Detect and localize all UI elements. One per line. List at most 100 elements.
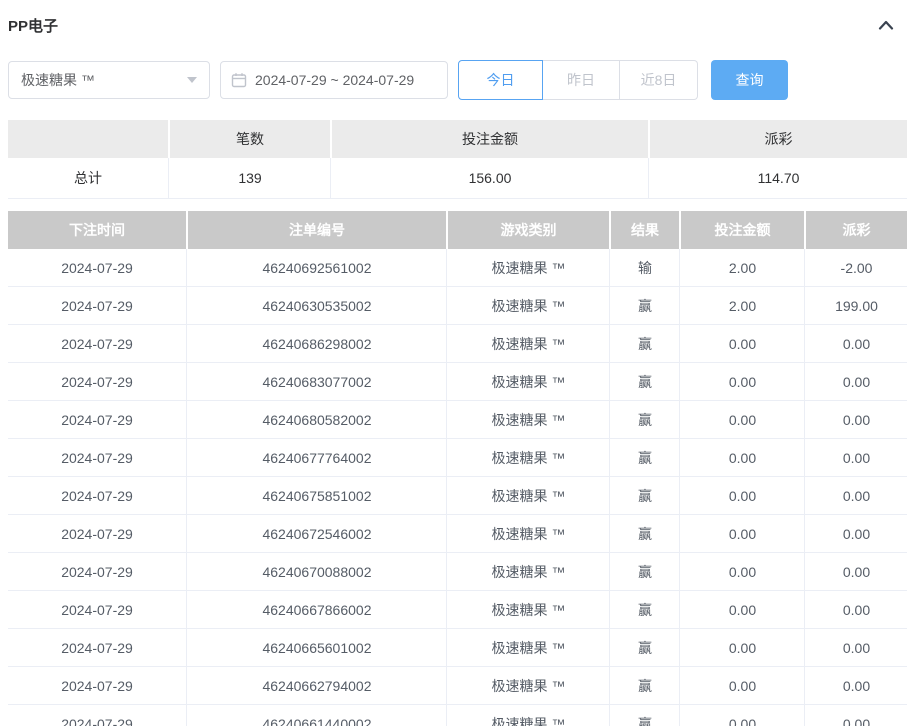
cell-result: 赢 xyxy=(611,363,679,400)
cell-bet-amount: 0.00 xyxy=(681,439,804,476)
cell-result: 赢 xyxy=(611,477,679,514)
cell-bet-id: 46240672546002 xyxy=(188,515,446,552)
cell-result: 赢 xyxy=(611,705,679,726)
cell-payout: 0.00 xyxy=(806,705,907,726)
table-row: 2024-07-2946240675851002极速糖果 ™赢0.000.00 xyxy=(8,477,907,515)
cell-game-category: 极速糖果 ™ xyxy=(448,705,609,726)
cell-game-category: 极速糖果 ™ xyxy=(448,439,609,476)
chevron-up-icon xyxy=(877,18,895,32)
cell-bet-time: 2024-07-29 xyxy=(8,363,186,400)
cell-bet-id: 46240675851002 xyxy=(188,477,446,514)
table-row: 2024-07-2946240692561002极速糖果 ™输2.00-2.00 xyxy=(8,249,907,287)
cell-result: 输 xyxy=(611,249,679,286)
cell-bet-amount: 2.00 xyxy=(681,249,804,286)
cell-game-category: 极速糖果 ™ xyxy=(448,325,609,362)
header-bet-time: 下注时间 xyxy=(8,211,186,249)
summary-total-row: 总计 139 156.00 114.70 xyxy=(8,158,907,199)
header-game-category: 游戏类别 xyxy=(448,211,609,249)
table-row: 2024-07-2946240683077002极速糖果 ™赢0.000.00 xyxy=(8,363,907,401)
cell-result: 赢 xyxy=(611,325,679,362)
cell-bet-time: 2024-07-29 xyxy=(8,515,186,552)
cell-bet-amount: 0.00 xyxy=(681,477,804,514)
panel-header: PP电子 xyxy=(8,12,907,38)
table-row: 2024-07-2946240630535002极速糖果 ™赢2.00199.0… xyxy=(8,287,907,325)
cell-bet-amount: 0.00 xyxy=(681,667,804,704)
last-8-days-button[interactable]: 近8日 xyxy=(620,60,698,100)
cell-game-category: 极速糖果 ™ xyxy=(448,401,609,438)
summary-header-bet-amount: 投注金额 xyxy=(332,120,648,158)
cell-payout: 0.00 xyxy=(806,667,907,704)
page-title: PP电子 xyxy=(8,15,58,36)
date-range-value: 2024-07-29 ~ 2024-07-29 xyxy=(255,72,414,88)
table-row: 2024-07-2946240672546002极速糖果 ™赢0.000.00 xyxy=(8,515,907,553)
game-select-value: 极速糖果 ™ xyxy=(21,70,95,90)
header-payout: 派彩 xyxy=(806,211,907,249)
cell-bet-id: 46240670088002 xyxy=(188,553,446,590)
cell-bet-amount: 0.00 xyxy=(681,325,804,362)
cell-bet-time: 2024-07-29 xyxy=(8,439,186,476)
collapse-panel-button[interactable] xyxy=(877,18,895,32)
bet-records-header: 下注时间 注单编号 游戏类别 结果 投注金额 派彩 xyxy=(8,211,907,249)
quick-date-group: 今日 昨日 近8日 xyxy=(458,60,698,100)
cell-result: 赢 xyxy=(611,401,679,438)
cell-bet-time: 2024-07-29 xyxy=(8,705,186,726)
table-row: 2024-07-2946240680582002极速糖果 ™赢0.000.00 xyxy=(8,401,907,439)
cell-result: 赢 xyxy=(611,667,679,704)
cell-result: 赢 xyxy=(611,591,679,628)
cell-bet-id: 46240683077002 xyxy=(188,363,446,400)
cell-result: 赢 xyxy=(611,629,679,666)
cell-bet-time: 2024-07-29 xyxy=(8,249,186,286)
date-range-input[interactable]: 2024-07-29 ~ 2024-07-29 xyxy=(220,61,448,99)
cell-result: 赢 xyxy=(611,287,679,324)
chevron-down-icon xyxy=(187,77,197,83)
cell-game-category: 极速糖果 ™ xyxy=(448,667,609,704)
calendar-icon xyxy=(231,72,247,88)
cell-bet-amount: 0.00 xyxy=(681,591,804,628)
table-row: 2024-07-2946240686298002极速糖果 ™赢0.000.00 xyxy=(8,325,907,363)
cell-bet-amount: 0.00 xyxy=(681,553,804,590)
cell-bet-id: 46240686298002 xyxy=(188,325,446,362)
yesterday-button[interactable]: 昨日 xyxy=(543,60,620,100)
cell-payout: 199.00 xyxy=(806,287,907,324)
cell-bet-time: 2024-07-29 xyxy=(8,591,186,628)
cell-bet-amount: 0.00 xyxy=(681,629,804,666)
search-button[interactable]: 查询 xyxy=(711,60,788,100)
cell-result: 赢 xyxy=(611,553,679,590)
game-select[interactable]: 极速糖果 ™ xyxy=(8,61,210,99)
today-button[interactable]: 今日 xyxy=(458,60,543,100)
summary-total-label: 总计 xyxy=(8,158,168,198)
cell-game-category: 极速糖果 ™ xyxy=(448,515,609,552)
summary-header-empty xyxy=(8,120,168,158)
cell-game-category: 极速糖果 ™ xyxy=(448,553,609,590)
cell-bet-time: 2024-07-29 xyxy=(8,477,186,514)
summary-header-payout: 派彩 xyxy=(650,120,907,158)
cell-bet-time: 2024-07-29 xyxy=(8,667,186,704)
cell-game-category: 极速糖果 ™ xyxy=(448,287,609,324)
summary-header-count: 笔数 xyxy=(170,120,330,158)
cell-bet-time: 2024-07-29 xyxy=(8,553,186,590)
cell-game-category: 极速糖果 ™ xyxy=(448,477,609,514)
cell-bet-amount: 0.00 xyxy=(681,363,804,400)
summary-table-header: 笔数 投注金额 派彩 xyxy=(8,120,907,158)
header-bet-amount: 投注金额 xyxy=(681,211,804,249)
cell-game-category: 极速糖果 ™ xyxy=(448,629,609,666)
cell-payout: 0.00 xyxy=(806,553,907,590)
table-row: 2024-07-2946240661440002极速糖果 ™赢0.000.00 xyxy=(8,705,907,726)
cell-result: 赢 xyxy=(611,515,679,552)
cell-bet-amount: 0.00 xyxy=(681,401,804,438)
cell-bet-id: 46240680582002 xyxy=(188,401,446,438)
summary-table: 笔数 投注金额 派彩 总计 139 156.00 114.70 xyxy=(8,120,907,199)
summary-total-payout: 114.70 xyxy=(650,158,907,198)
summary-total-bet-amount: 156.00 xyxy=(332,158,648,198)
cell-payout: 0.00 xyxy=(806,477,907,514)
cell-bet-time: 2024-07-29 xyxy=(8,401,186,438)
cell-bet-id: 46240661440002 xyxy=(188,705,446,726)
header-result: 结果 xyxy=(611,211,679,249)
bet-records-body: 2024-07-2946240692561002极速糖果 ™输2.00-2.00… xyxy=(8,249,907,726)
cell-payout: 0.00 xyxy=(806,363,907,400)
cell-game-category: 极速糖果 ™ xyxy=(448,591,609,628)
cell-bet-id: 46240667866002 xyxy=(188,591,446,628)
cell-payout: 0.00 xyxy=(806,325,907,362)
cell-bet-time: 2024-07-29 xyxy=(8,629,186,666)
cell-payout: 0.00 xyxy=(806,439,907,476)
